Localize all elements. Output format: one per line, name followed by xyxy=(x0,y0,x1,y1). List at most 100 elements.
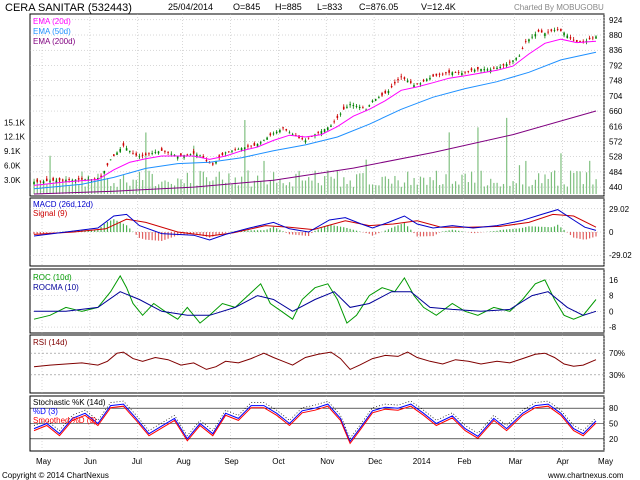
price-candle-body xyxy=(438,73,441,75)
legend-stoch-k: Stochastic %K (14d) xyxy=(33,398,106,407)
rsi-tick-label: 70% xyxy=(609,349,625,358)
volume-bar xyxy=(566,186,568,194)
volume-bar xyxy=(413,178,415,194)
price-candle-body xyxy=(138,156,141,158)
price-candle-body xyxy=(512,60,514,62)
price-candle-body xyxy=(247,145,249,147)
macd-panel xyxy=(29,197,605,267)
volume-bar xyxy=(518,165,521,194)
volume-bar xyxy=(148,170,150,194)
volume-bar xyxy=(209,181,211,194)
price-tick-label: 704 xyxy=(609,92,623,101)
x-tick-label: 2014 xyxy=(413,457,431,466)
volume-bar xyxy=(266,184,268,194)
price-candle-body xyxy=(160,148,163,151)
volume-bar xyxy=(320,185,323,194)
stoch-tick-label: 80 xyxy=(609,404,618,413)
volume-bar xyxy=(362,173,364,194)
legend-rsi: RSI (14d) xyxy=(33,338,68,347)
volume-tick-label: 15.1K xyxy=(4,118,26,127)
price-candle-body xyxy=(368,105,371,107)
price-candle-body xyxy=(560,28,562,32)
price-candle-body xyxy=(81,178,83,180)
price-tick-label: 572 xyxy=(609,137,623,146)
volume-bar xyxy=(324,176,326,194)
x-tick-label: Sep xyxy=(224,457,239,466)
volume-bar xyxy=(285,185,287,194)
price-candle-body xyxy=(467,70,470,72)
legend-signal: Signal (9) xyxy=(33,209,68,218)
price-candle-body xyxy=(362,107,364,109)
price-candle-body xyxy=(556,29,559,30)
price-candle-body xyxy=(550,29,553,31)
roc-tick-label: 0 xyxy=(609,307,614,316)
volume-bar xyxy=(525,160,527,194)
volume-bar xyxy=(458,184,460,194)
stoch-tick-label: 20 xyxy=(609,435,618,444)
price-candle-body xyxy=(307,137,310,139)
price-candle-body xyxy=(116,152,118,155)
chartnexus-url[interactable]: www.chartnexus.com xyxy=(547,471,624,480)
price-candle-body xyxy=(406,80,409,83)
price-candle-body xyxy=(141,154,144,156)
price-candle-body xyxy=(464,71,466,73)
volume-bar xyxy=(253,180,256,194)
volume-bar xyxy=(407,171,409,194)
price-candle-body xyxy=(151,153,153,154)
volume-bar xyxy=(352,186,355,194)
price-candle-body xyxy=(269,133,272,136)
volume-bar xyxy=(560,153,562,194)
price-candle-body xyxy=(342,106,345,110)
volume-bar xyxy=(330,176,332,194)
price-candle-body xyxy=(387,91,390,94)
price-candle-body xyxy=(77,178,80,180)
volume-bar xyxy=(522,184,524,194)
price-candle-body xyxy=(505,64,508,67)
volume-bar xyxy=(113,183,115,194)
volume-bar xyxy=(387,178,390,194)
price-candle-body xyxy=(279,130,281,133)
volume-bar xyxy=(161,181,163,194)
price-candle-body xyxy=(457,72,460,73)
price-candle-body xyxy=(394,82,396,84)
legend-stoch-d: %D (3) xyxy=(33,407,58,416)
price-candle-body xyxy=(336,115,339,118)
volume-bar xyxy=(276,182,278,194)
rsi-tick-label: 30% xyxy=(609,371,625,380)
price-candle-body xyxy=(566,35,569,39)
volume-bar xyxy=(573,172,575,194)
price-candle-body xyxy=(553,30,556,31)
volume-bar xyxy=(116,186,118,194)
volume-bar xyxy=(170,183,173,194)
price-candle-body xyxy=(272,133,275,135)
price-tick-label: 880 xyxy=(609,31,623,40)
price-candle-body xyxy=(528,39,530,42)
volume-bar xyxy=(221,179,224,194)
volume-bar xyxy=(343,177,345,194)
volume-bar xyxy=(71,181,74,194)
price-tick-label: 748 xyxy=(609,77,623,86)
chart-date: 25/04/2014 xyxy=(168,2,213,12)
price-candle-body xyxy=(473,69,476,72)
x-tick-label: Jun xyxy=(84,457,97,466)
x-tick-label: Aug xyxy=(177,457,191,466)
price-candle-body xyxy=(537,29,540,32)
price-candle-body xyxy=(55,180,58,183)
volume-bar xyxy=(202,171,204,194)
price-candle-body xyxy=(288,132,291,134)
volume-bar xyxy=(378,185,380,194)
price-candle-body xyxy=(227,151,230,153)
volume-bar xyxy=(410,184,412,194)
volume-bar xyxy=(199,170,201,194)
legend-ema50: EMA (50d) xyxy=(33,27,71,36)
price-candle-body xyxy=(317,132,319,133)
volume-bar xyxy=(84,186,86,194)
volume-bar xyxy=(585,172,588,194)
price-candle-body xyxy=(422,79,425,82)
price-candle-body xyxy=(253,143,256,146)
price-candle-body xyxy=(445,72,447,74)
volume-bar xyxy=(260,181,262,194)
legend-ema20: EMA (20d) xyxy=(33,17,71,26)
volume-bar xyxy=(400,186,402,194)
volume-bar xyxy=(46,183,48,194)
